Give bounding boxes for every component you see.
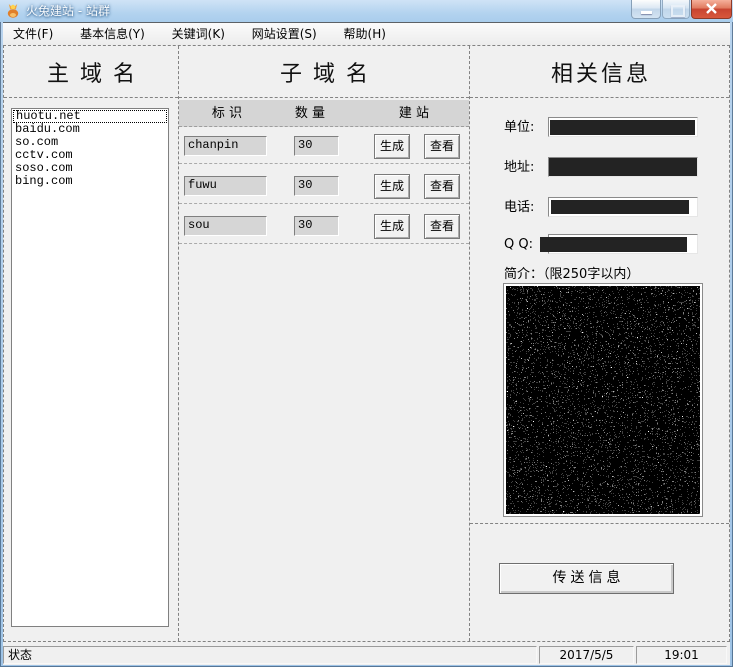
menu-file[interactable]: 文件(F)	[3, 23, 63, 45]
menu-site-settings[interactable]: 网站设置(S)	[242, 23, 327, 45]
unit-input[interactable]	[548, 117, 698, 137]
main-domain-panel: 主域名 huotu.net baidu.com so.com cctv.com …	[4, 46, 179, 641]
generate-button[interactable]: 生成	[374, 214, 410, 239]
send-info-button[interactable]: 传送信息	[499, 563, 674, 594]
title-bar[interactable]: 火兔建站 - 站群	[0, 0, 733, 22]
status-text: 状态	[3, 646, 537, 664]
qq-input[interactable]	[548, 234, 698, 254]
menu-keywords[interactable]: 关键词(K)	[162, 23, 235, 45]
row-separator	[179, 243, 469, 244]
count-input[interactable]: 30	[294, 216, 339, 236]
section-separator	[470, 523, 729, 524]
status-date: 2017/5/5	[539, 646, 634, 664]
address-input[interactable]	[548, 157, 698, 177]
redaction-bar	[550, 120, 695, 135]
tag-input[interactable]: sou	[184, 216, 267, 236]
header-count: 数 量	[279, 100, 341, 127]
row-separator	[179, 163, 469, 164]
row-separator	[179, 203, 469, 204]
workspace: 主域名 huotu.net baidu.com so.com cctv.com …	[3, 45, 730, 642]
app-window: 火兔建站 - 站群 文件(F) 基本信息(Y) 关键词(K) 网站设置(S) 帮…	[0, 0, 733, 667]
generate-button[interactable]: 生成	[374, 174, 410, 199]
info-panel: 相关信息 单位: 地址: 电话: Q Q: 简介：（限250字以内）	[470, 46, 729, 641]
view-button[interactable]: 查看	[424, 134, 460, 159]
header-build: 建 站	[375, 100, 453, 127]
menu-bar: 文件(F) 基本信息(Y) 关键词(K) 网站设置(S) 帮助(H)	[3, 23, 730, 45]
redacted-noise-image	[506, 286, 700, 514]
generate-button[interactable]: 生成	[374, 134, 410, 159]
address-label: 地址:	[504, 158, 534, 178]
domain-list-item[interactable]: bing.com	[13, 175, 167, 188]
maximize-icon	[671, 5, 685, 17]
header-tag: 标 识	[185, 100, 269, 127]
minimize-button[interactable]	[631, 0, 661, 19]
sub-domain-title: 子域名	[179, 46, 469, 98]
main-domain-title: 主域名	[4, 46, 178, 98]
view-button[interactable]: 查看	[424, 174, 460, 199]
menu-basic-info[interactable]: 基本信息(Y)	[70, 23, 155, 45]
count-input[interactable]: 30	[294, 136, 339, 156]
sub-domain-header-row: 标 识 数 量 建 站	[179, 100, 469, 127]
menu-help[interactable]: 帮助(H)	[334, 23, 396, 45]
close-icon	[704, 2, 719, 18]
redaction-bar	[551, 200, 689, 214]
domain-listbox[interactable]: huotu.net baidu.com so.com cctv.com soso…	[11, 108, 169, 627]
redaction-bar	[540, 237, 687, 252]
phone-input[interactable]	[548, 197, 698, 217]
tag-input[interactable]: chanpin	[184, 136, 267, 156]
client-area: 文件(F) 基本信息(Y) 关键词(K) 网站设置(S) 帮助(H) 主域名 h…	[3, 22, 730, 664]
status-time: 19:01	[636, 646, 727, 664]
qq-label: Q Q:	[504, 235, 533, 255]
window-title: 火兔建站 - 站群	[26, 0, 110, 22]
redaction-bar	[549, 158, 697, 176]
unit-label: 单位:	[504, 118, 534, 138]
minimize-icon	[641, 11, 652, 14]
info-title: 相关信息	[470, 46, 729, 98]
tag-input[interactable]: fuwu	[184, 176, 267, 196]
view-button[interactable]: 查看	[424, 214, 460, 239]
sub-domain-panel: 子域名 标 识 数 量 建 站 chanpin 30 生成 查看 fuwu 30…	[179, 46, 470, 641]
app-icon	[5, 3, 21, 19]
intro-label: 简介：（限250字以内）	[504, 263, 639, 282]
close-button[interactable]	[691, 0, 732, 19]
status-bar: 状态 2017/5/5 19:01	[3, 645, 730, 665]
intro-textarea[interactable]	[503, 283, 703, 517]
count-input[interactable]: 30	[294, 176, 339, 196]
phone-label: 电话:	[504, 198, 534, 218]
maximize-button[interactable]	[662, 0, 690, 19]
